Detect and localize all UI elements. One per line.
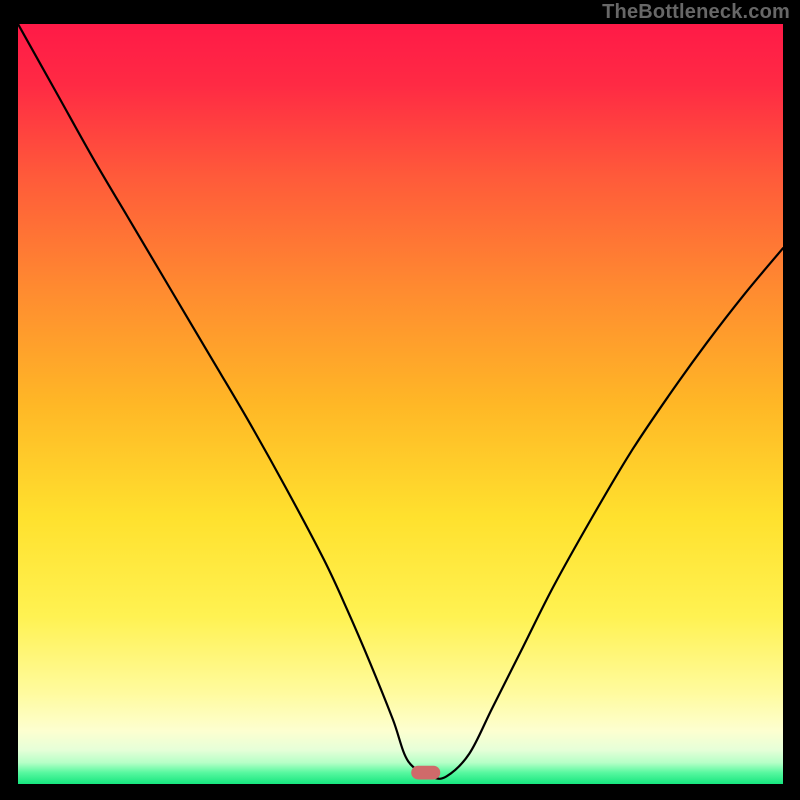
watermark-text: TheBottleneck.com — [602, 1, 790, 24]
optimal-marker — [411, 766, 440, 780]
bottleneck-plot — [18, 24, 783, 784]
gradient-background — [18, 24, 783, 784]
chart-frame: TheBottleneck.com — [0, 0, 800, 800]
